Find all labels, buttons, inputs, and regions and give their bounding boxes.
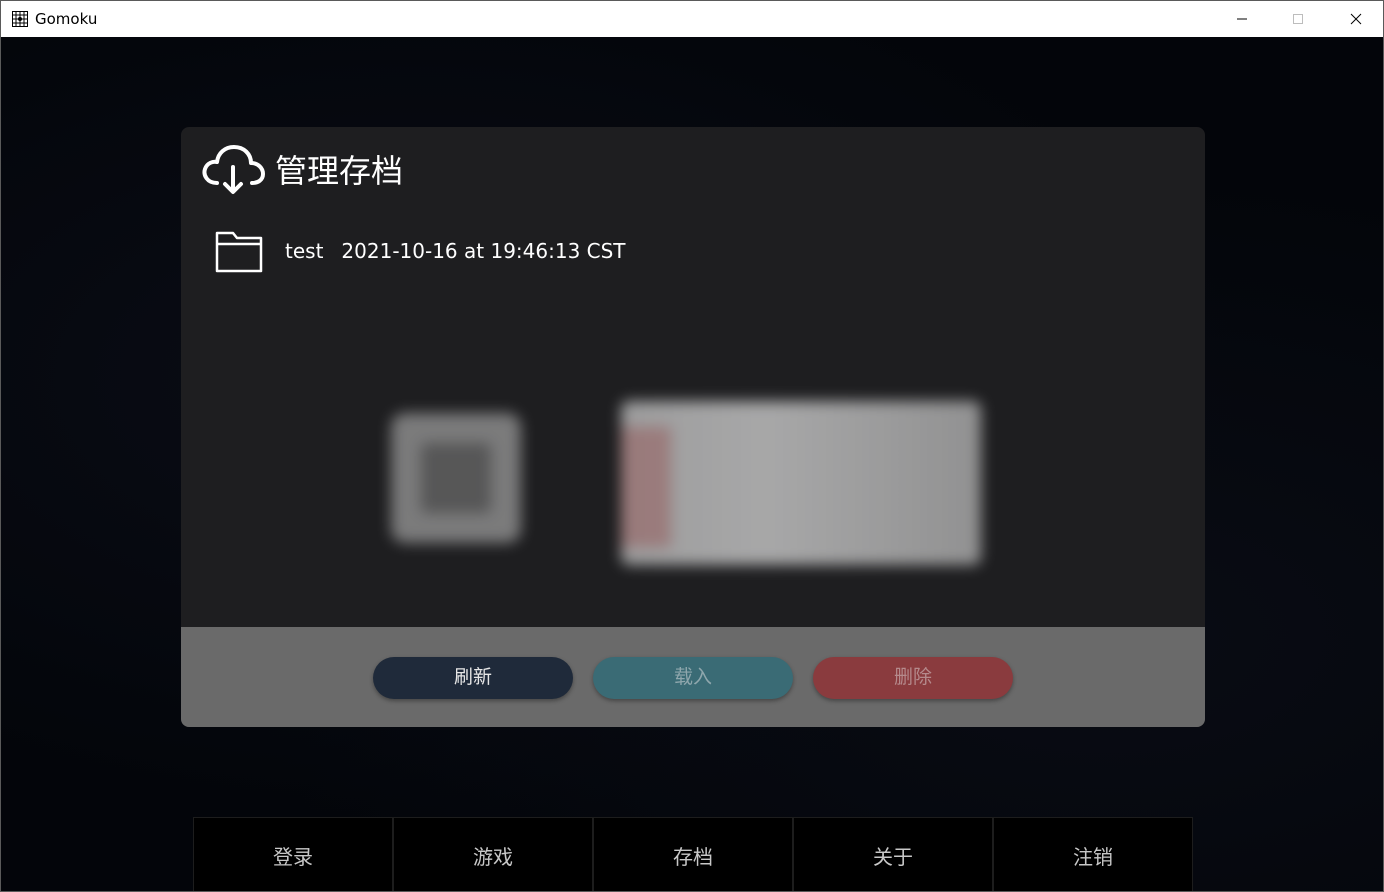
maximize-button[interactable] xyxy=(1275,1,1321,37)
title-bar[interactable]: Gomoku xyxy=(1,1,1383,37)
nav-item-logout[interactable]: 注销 xyxy=(993,817,1193,891)
gomoku-board-icon xyxy=(12,11,28,27)
blurred-logo-background xyxy=(381,387,1001,587)
logo-wordmark xyxy=(621,401,981,565)
window-title: Gomoku xyxy=(35,10,98,28)
close-icon xyxy=(1350,13,1362,25)
maximize-icon xyxy=(1293,14,1303,24)
panel-header: 管理存档 xyxy=(201,139,403,199)
refresh-button[interactable]: 刷新 xyxy=(373,657,573,699)
close-button[interactable] xyxy=(1333,1,1379,37)
save-name: test xyxy=(285,239,324,263)
app-window: Gomoku 管理存档 test 2021-10-16 at 19:46:13 … xyxy=(0,0,1384,892)
minimize-icon xyxy=(1237,18,1247,20)
nav-item-login[interactable]: 登录 xyxy=(193,817,393,891)
main-content: 管理存档 test 2021-10-16 at 19:46:13 CST 刷新 … xyxy=(1,37,1383,891)
load-button[interactable]: 载入 xyxy=(593,657,793,699)
action-bar: 刷新 载入 删除 xyxy=(181,627,1205,727)
save-manager-panel: 管理存档 test 2021-10-16 at 19:46:13 CST 刷新 … xyxy=(181,127,1205,727)
nav-item-saves[interactable]: 存档 xyxy=(593,817,793,891)
folder-icon xyxy=(215,229,263,273)
minimize-button[interactable] xyxy=(1219,1,1265,37)
save-list-item[interactable]: test 2021-10-16 at 19:46:13 CST xyxy=(215,229,626,273)
nav-item-about[interactable]: 关于 xyxy=(793,817,993,891)
cloud-download-icon xyxy=(201,141,265,197)
delete-button[interactable]: 删除 xyxy=(813,657,1013,699)
logo-mark xyxy=(391,413,521,543)
bottom-nav: 登录 游戏 存档 关于 注销 xyxy=(193,817,1193,891)
nav-item-game[interactable]: 游戏 xyxy=(393,817,593,891)
save-date: 2021-10-16 at 19:46:13 CST xyxy=(341,239,626,263)
panel-title: 管理存档 xyxy=(275,152,404,190)
